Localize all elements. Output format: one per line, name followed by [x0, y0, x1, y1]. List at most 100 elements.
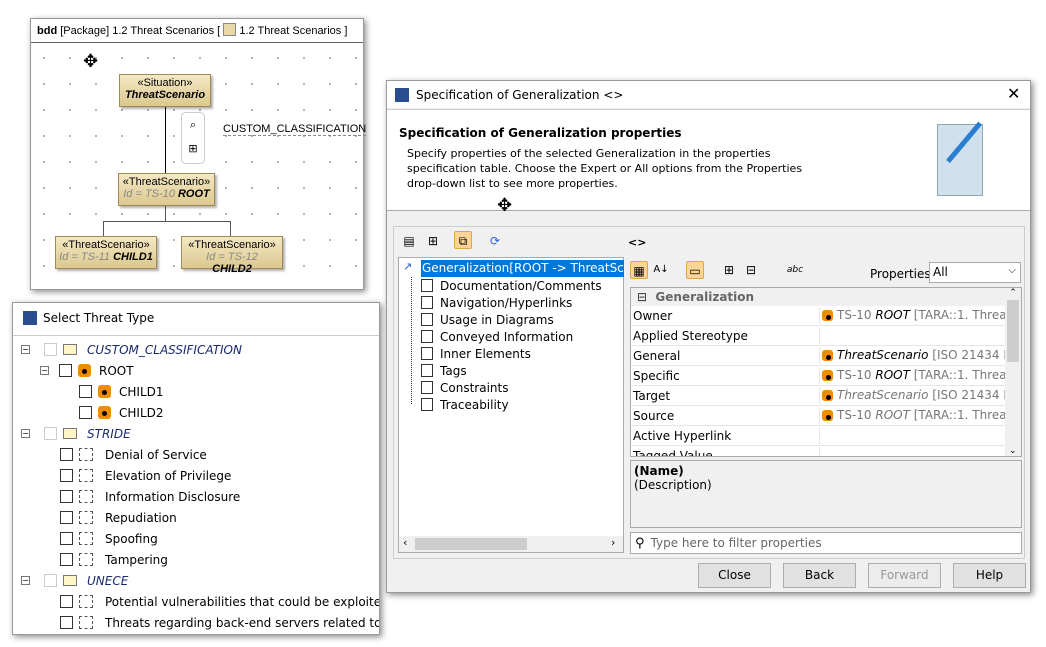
enum-icon — [79, 616, 93, 629]
tree-item[interactable]: CHILD2 — [119, 406, 164, 420]
tree-item[interactable]: Elevation of Privilege — [105, 469, 231, 483]
checkbox[interactable] — [60, 511, 73, 524]
property-row[interactable]: SourceTS-10 ROOT [TARA::1. Threat ... — [631, 406, 1005, 426]
properties-table[interactable]: ⊟ Generalization Owner TS-10 ROOT [TARA::… — [630, 287, 1022, 457]
tree-item[interactable]: Constraints — [440, 381, 508, 395]
property-row[interactable]: Applied Stereotype — [631, 326, 1005, 346]
tree-item[interactable]: Documentation/Comments — [440, 279, 602, 293]
node-root[interactable]: «ThreatScenario» Id = TS-10 ROOT — [118, 173, 215, 206]
tree-item[interactable]: Spoofing — [105, 532, 158, 546]
description-toggle-icon[interactable]: ▭ — [686, 261, 704, 279]
node-child2[interactable]: «ThreatScenario» Id = TS-12 CHILD2 — [181, 236, 283, 275]
tree-item[interactable]: CHILD1 — [119, 385, 164, 399]
checkbox[interactable] — [60, 616, 73, 629]
tree-item[interactable]: Threats regarding back-end servers relat… — [105, 616, 379, 630]
folder-icon — [63, 344, 77, 355]
checkbox[interactable] — [60, 448, 73, 461]
back-button[interactable]: Back — [783, 563, 856, 588]
page-icon — [421, 347, 433, 360]
tree-item[interactable]: Navigation/Hyperlinks — [440, 296, 572, 310]
tree-item[interactable]: Tampering — [105, 553, 168, 567]
property-row[interactable]: OwnerTS-10 ROOT [TARA::1. Threat ... — [631, 306, 1005, 326]
collapse-icon[interactable]: − — [21, 429, 30, 438]
property-row[interactable]: GeneralThreatScenario [ISO 21434 Pr... — [631, 346, 1005, 366]
tree-item[interactable]: Usage in Diagrams — [440, 313, 554, 327]
property-row[interactable]: TargetThreatScenario [ISO 21434 Pr... — [631, 386, 1005, 406]
collapse-icon[interactable]: − — [40, 366, 49, 375]
move-icon[interactable]: ✥ — [83, 51, 98, 72]
forward-button[interactable]: Forward — [868, 563, 941, 588]
property-row[interactable]: Active Hyperlink — [631, 426, 1005, 446]
page-icon — [421, 313, 433, 326]
threat-icon — [98, 406, 111, 419]
collapse-all-icon[interactable]: ⊟ — [742, 261, 760, 279]
tree-item[interactable]: Conveyed Information — [440, 330, 573, 344]
tree-item[interactable]: Traceability — [440, 398, 509, 412]
move-icon[interactable]: ✥ — [497, 195, 512, 216]
node-threatscenario[interactable]: «Situation» ThreatScenario — [119, 74, 211, 107]
custom-classification-label[interactable]: CUSTOM_CLASSIFICATION — [223, 123, 367, 136]
tree-item[interactable]: Inner Elements — [440, 347, 531, 361]
diagram-ref[interactable]: 1.2 Threat Scenarios ] — [239, 25, 347, 37]
close-icon[interactable]: ✕ — [1007, 84, 1020, 103]
tree-item-generalization[interactable]: Generalization[ROOT -> ThreatScenario] — [421, 260, 624, 277]
checkbox[interactable] — [60, 595, 73, 608]
table-view-icon[interactable]: ▤ — [400, 232, 418, 250]
node-child1[interactable]: «ThreatScenario» Id = TS-11 CHILD1 — [55, 236, 157, 269]
tree-view-icon[interactable]: ⊞ — [424, 232, 442, 250]
folder-icon — [63, 575, 77, 586]
generalization-line[interactable] — [165, 107, 166, 177]
categorized-view-icon[interactable]: ▦ — [630, 261, 648, 279]
tree-item[interactable]: CUSTOM_CLASSIFICATION — [87, 343, 242, 357]
expand-all-icon[interactable]: ⊞ — [720, 261, 738, 279]
app-icon — [395, 87, 409, 102]
checkbox[interactable] — [60, 532, 73, 545]
checkbox[interactable] — [44, 574, 57, 587]
diagram-type: bdd — [37, 25, 58, 37]
group-row[interactable]: ⊟ Generalization — [631, 288, 1005, 306]
tree-item[interactable]: UNECE — [87, 574, 128, 588]
checkbox[interactable] — [44, 427, 57, 440]
tree-item[interactable]: Denial of Service — [105, 448, 207, 462]
threat-tree[interactable]: − CUSTOM_CLASSIFICATION − ROOT CHILD1 CHIL… — [13, 335, 379, 635]
sort-alpha-icon[interactable]: A↓ — [652, 261, 670, 279]
checkbox[interactable] — [44, 343, 57, 356]
property-row[interactable]: SpecificTS-10 ROOT [TARA::1. Threat ... — [631, 366, 1005, 386]
checkbox[interactable] — [60, 469, 73, 482]
vertical-scrollbar[interactable]: ⌃ ⌄ — [1005, 288, 1021, 456]
element-name: <> — [628, 236, 647, 249]
checkbox[interactable] — [79, 406, 92, 419]
copy-icon[interactable]: ⧉ — [454, 231, 472, 249]
enum-icon — [79, 448, 93, 461]
refresh-icon[interactable]: ⟳ — [486, 232, 504, 250]
property-row[interactable]: Tagged Value — [631, 446, 1005, 456]
spec-document-icon — [937, 121, 983, 196]
properties-label: Properties: — [870, 267, 935, 281]
checkbox[interactable] — [60, 553, 73, 566]
tree-item[interactable]: Tags — [440, 364, 467, 378]
collapse-icon[interactable]: − — [21, 576, 30, 585]
collapse-icon[interactable]: ⊟ — [637, 290, 647, 304]
properties-value: All — [933, 265, 948, 279]
checkbox[interactable] — [79, 385, 92, 398]
checkbox[interactable] — [59, 364, 72, 377]
diagram-icon — [223, 23, 237, 36]
checkbox[interactable] — [60, 490, 73, 503]
spec-nav-tree[interactable]: ↗ Generalization[ROOT -> ThreatScenario]… — [398, 257, 624, 553]
close-button[interactable]: Close — [698, 563, 771, 588]
collapse-icon[interactable]: − — [21, 345, 30, 354]
tree-item[interactable]: Repudiation — [105, 511, 177, 525]
horizontal-scrollbar[interactable]: ‹ › — [399, 536, 623, 552]
spec-body: ▤ ⊞ ⧉ ⟳ <> ↗ Generalization[ROOT -> Thre… — [393, 226, 1025, 559]
filter-input[interactable]: ⚲ Type here to filter properties — [630, 532, 1022, 554]
tree-item[interactable]: Information Disclosure — [105, 490, 240, 504]
help-button[interactable]: Help — [953, 563, 1026, 588]
tree-item[interactable]: Potential vulnerabilities that could be … — [105, 595, 379, 609]
header-title: Specification of Generalization properti… — [399, 126, 682, 140]
spelling-icon[interactable]: abc — [786, 261, 804, 279]
properties-dropdown[interactable]: All ⌵ — [929, 262, 1021, 283]
tree-item[interactable]: ROOT — [99, 364, 134, 378]
smart-toolbar[interactable]: ⌕ ⊞ — [181, 112, 205, 164]
select-title: Select Threat Type — [43, 311, 155, 325]
tree-item[interactable]: STRIDE — [87, 427, 131, 441]
